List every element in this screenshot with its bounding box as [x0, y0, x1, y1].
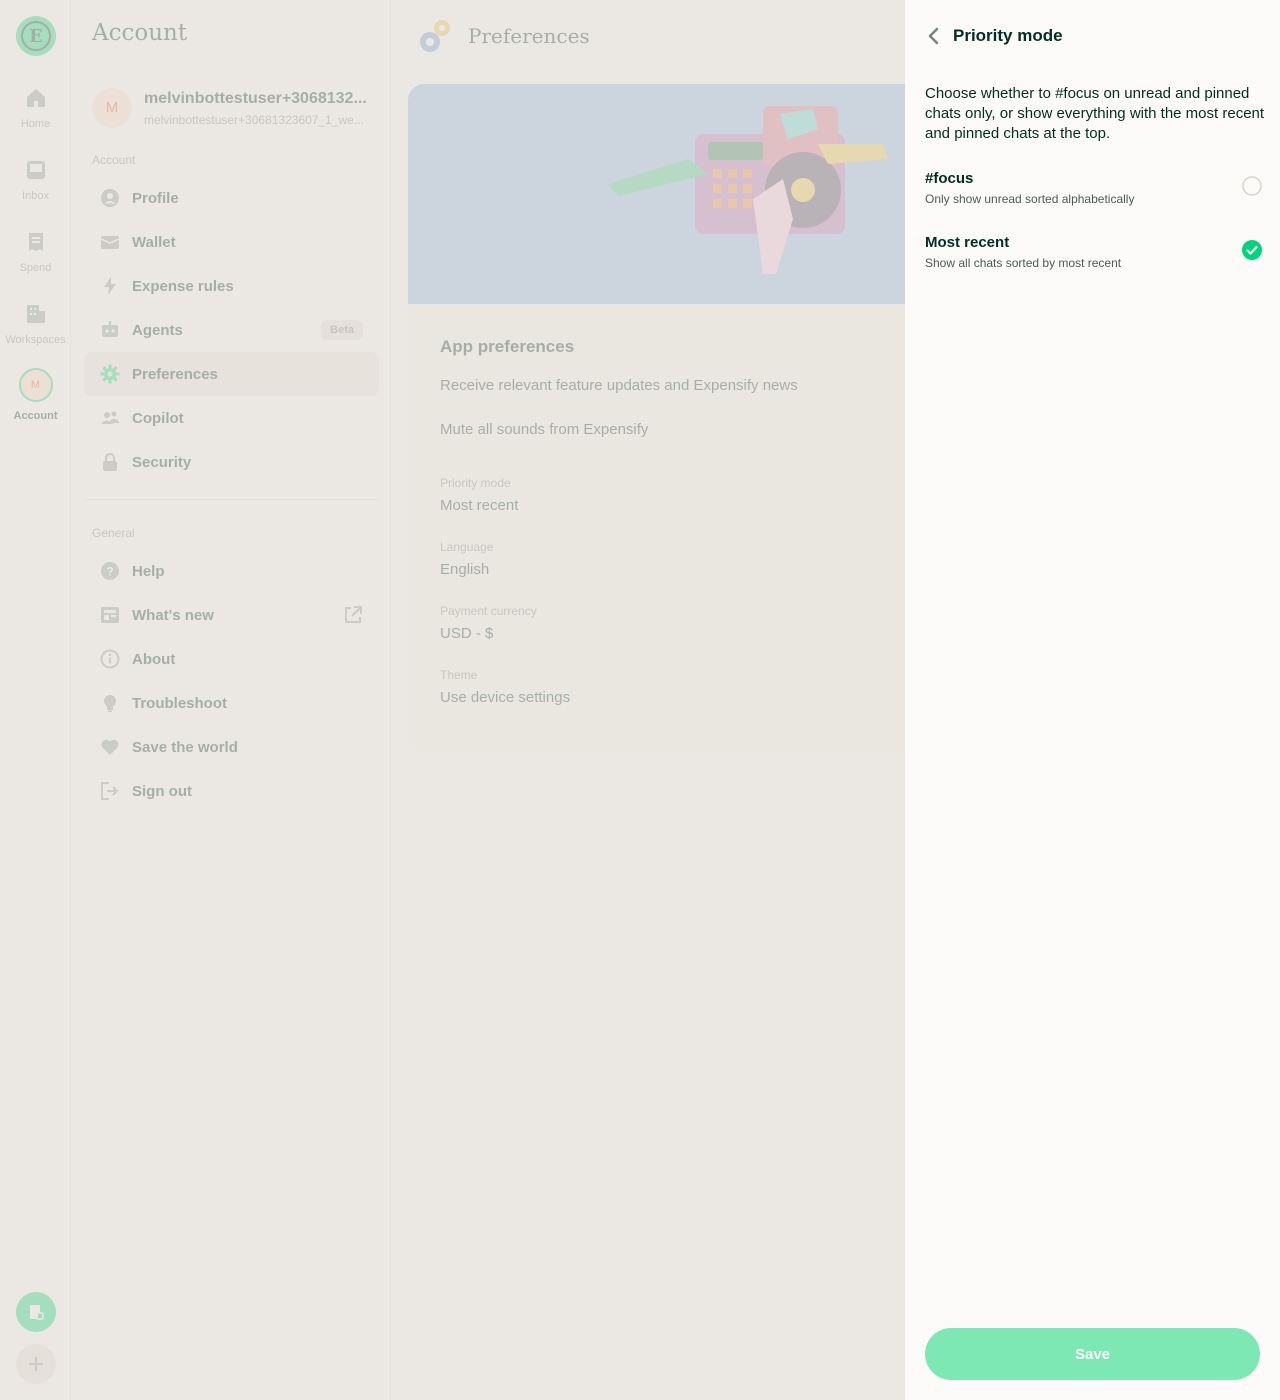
account-sidebar: Account M melvinbottestuser+3068132... m…: [71, 0, 391, 1400]
home-icon: [26, 89, 45, 107]
card-title: App preferences: [440, 337, 575, 356]
question-icon: ?: [101, 562, 119, 580]
sidebar-item-preferences[interactable]: Preferences: [84, 352, 379, 396]
sidebar-item-profile[interactable]: Profile: [84, 176, 379, 220]
nav-label: Workspaces: [5, 334, 66, 346]
sidebar-item-label: Agents: [132, 321, 183, 339]
panel-description: Choose whether to #focus on unread and p…: [925, 85, 1265, 142]
sidebar-item-label: Copilot: [132, 409, 184, 427]
newspaper-icon: [101, 607, 119, 623]
option-subtitle: Only show unread sorted alphabetically: [925, 192, 1135, 206]
sidebar-item-label: Sign out: [132, 782, 192, 800]
save-button[interactable]: Save: [925, 1328, 1260, 1380]
sidebar-item-label: Save the world: [132, 738, 238, 756]
radio-unselected-icon[interactable]: [1242, 176, 1262, 196]
sidebar-item-troubleshoot[interactable]: Troubleshoot: [84, 681, 379, 725]
sidebar-item-wallet[interactable]: Wallet: [84, 220, 379, 264]
beta-badge: Beta: [321, 320, 363, 340]
sidebar-item-label: Profile: [132, 189, 179, 207]
plus-icon: [29, 1357, 43, 1371]
receipt-icon: [28, 233, 43, 251]
sidebar-divider: [84, 499, 379, 500]
sidebar-item-security[interactable]: Security: [84, 440, 379, 484]
field-value: Most recent: [440, 497, 519, 514]
field-label: Priority mode: [440, 476, 511, 490]
field-value: English: [440, 561, 490, 578]
sidebar-item-label: Help: [132, 562, 165, 580]
sign-out-icon: [101, 782, 119, 800]
sidebar-item-about[interactable]: About: [84, 637, 379, 681]
field-value: Use device settings: [440, 689, 571, 706]
avatar: M: [92, 88, 132, 128]
sidebar-item-label: What's new: [132, 606, 214, 624]
receipt-plus-icon: [30, 1305, 44, 1320]
nav-inbox[interactable]: Inbox: [0, 158, 71, 204]
panel-title: Priority mode: [953, 26, 1063, 45]
lightbulb-icon: [104, 695, 116, 712]
section-label-general: General: [92, 526, 135, 540]
sidebar-item-label: Wallet: [132, 233, 176, 251]
nav-account[interactable]: M Account: [0, 368, 71, 424]
building-icon: [26, 305, 45, 323]
sidebar-item-label: Security: [132, 453, 192, 471]
sidebar-item-whats-new[interactable]: What's new: [84, 593, 379, 637]
sidebar-item-agents[interactable]: Agents Beta: [84, 308, 379, 352]
sidebar-item-label: Expense rules: [132, 277, 234, 295]
sidebar-item-sign-out[interactable]: Sign out: [84, 769, 379, 813]
priority-mode-panel: Priority mode Choose whether to #focus o…: [905, 0, 1280, 1400]
option-title: #focus: [925, 170, 974, 187]
back-arrow-icon[interactable]: [923, 25, 945, 47]
sidebar-item-label: Troubleshoot: [132, 694, 227, 712]
sidebar-title: Account: [92, 20, 188, 46]
nav-home[interactable]: Home: [0, 86, 71, 132]
page-title: Preferences: [468, 24, 590, 48]
create-button[interactable]: [16, 1344, 56, 1384]
lock-icon: [103, 453, 117, 471]
option-most-recent[interactable]: Most recent Show all chats sorted by mos…: [925, 234, 1265, 282]
nav-label: Inbox: [22, 190, 49, 202]
field-label: Theme: [440, 668, 478, 682]
sidebar-item-help[interactable]: ? Help: [84, 549, 379, 593]
user-summary[interactable]: M melvinbottestuser+3068132... melvinbot…: [92, 88, 377, 130]
nav-label: Home: [20, 118, 51, 130]
robot-icon: [102, 321, 118, 337]
wallet-icon: [100, 236, 120, 249]
heart-icon: [101, 739, 119, 755]
nav-spend[interactable]: Spend: [0, 230, 71, 276]
info-icon: [100, 649, 120, 669]
sidebar-item-label: About: [132, 650, 176, 668]
option-subtitle: Show all chats sorted by most recent: [925, 256, 1122, 270]
nav-label: Spend: [19, 262, 52, 274]
user-circle-icon: [101, 189, 119, 207]
field-value: USD - $: [440, 625, 494, 642]
option-focus[interactable]: #focus Only show unread sorted alphabeti…: [925, 170, 1265, 218]
svg-text:?: ?: [106, 565, 113, 579]
section-label-account: Account: [92, 153, 136, 167]
lightning-icon: [104, 277, 116, 295]
gear-icon: [100, 364, 120, 384]
page-header: Preferences: [414, 14, 590, 58]
sidebar-item-expense-rules[interactable]: Expense rules: [84, 264, 379, 308]
checkmark-icon[interactable]: [1242, 240, 1262, 260]
gears-icon: [420, 20, 450, 52]
sidebar-item-save-the-world[interactable]: Save the world: [84, 725, 379, 769]
new-expense-button[interactable]: [16, 1292, 56, 1332]
option-title: Most recent: [925, 234, 1010, 251]
nav-label: Account: [13, 410, 58, 422]
feature-updates-toggle-row[interactable]: Receive relevant feature updates and Exp…: [440, 377, 798, 394]
nav-rail: E Home Inbox Spend Workspaces M Account: [0, 0, 71, 1400]
inbox-icon: [26, 161, 45, 179]
field-label: Language: [440, 540, 494, 554]
external-link-icon: [345, 606, 362, 623]
users-icon: [101, 411, 119, 424]
expensify-logo[interactable]: E: [16, 16, 56, 56]
avatar: M: [18, 368, 53, 402]
sidebar-item-copilot[interactable]: Copilot: [84, 396, 379, 440]
field-label: Payment currency: [440, 604, 537, 618]
sidebar-item-label: Preferences: [132, 365, 218, 383]
user-display-name: melvinbottestuser+3068132...: [144, 90, 367, 107]
user-email: melvinbottestuser+30681323607_1_we...: [144, 113, 364, 127]
nav-workspaces[interactable]: Workspaces: [0, 302, 71, 348]
mute-sounds-toggle-row[interactable]: Mute all sounds from Expensify: [440, 421, 648, 438]
